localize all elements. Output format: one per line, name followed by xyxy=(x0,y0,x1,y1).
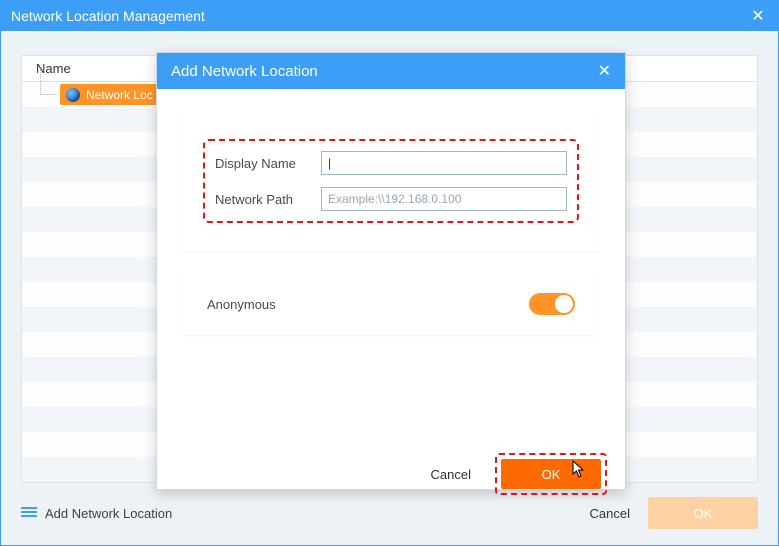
list-icon xyxy=(21,507,37,519)
main-title: Network Location Management xyxy=(11,8,205,24)
display-name-label: Display Name xyxy=(215,156,315,171)
dialog-body: Display Name Network Path Anonymous Canc… xyxy=(157,111,625,511)
network-path-row: Network Path xyxy=(215,187,567,211)
tree-branch-icon xyxy=(40,70,58,95)
form-highlight: Display Name Network Path xyxy=(203,139,579,223)
dialog-cancel-button[interactable]: Cancel xyxy=(431,467,471,482)
dialog-titlebar: Add Network Location ✕ xyxy=(157,53,625,89)
add-network-location-link[interactable]: Add Network Location xyxy=(21,506,172,521)
selected-item-label: Network Loc xyxy=(86,88,153,102)
main-titlebar: Network Location Management ✕ xyxy=(1,1,778,31)
main-ok-label: OK xyxy=(694,506,713,521)
dialog-ok-label: OK xyxy=(542,467,561,482)
add-location-dialog: Add Network Location ✕ Display Name Netw… xyxy=(156,52,626,490)
dialog-close-icon[interactable]: ✕ xyxy=(598,61,611,81)
display-name-input[interactable] xyxy=(321,151,567,175)
network-path-input[interactable] xyxy=(321,187,567,211)
form-section: Display Name Network Path xyxy=(183,111,599,251)
dialog-ok-button[interactable]: OK xyxy=(501,459,601,489)
network-path-label: Network Path xyxy=(215,192,315,207)
anonymous-label: Anonymous xyxy=(207,297,276,312)
display-name-row: Display Name xyxy=(215,151,567,175)
add-network-location-label: Add Network Location xyxy=(45,506,172,521)
dialog-title: Add Network Location xyxy=(171,63,318,80)
main-ok-button[interactable]: OK xyxy=(648,497,758,529)
anonymous-toggle[interactable] xyxy=(529,293,575,315)
globe-icon xyxy=(66,88,80,102)
main-close-icon[interactable]: ✕ xyxy=(748,6,768,26)
ok-highlight: OK xyxy=(495,453,607,495)
toggle-knob xyxy=(555,295,573,313)
dialog-footer: Cancel OK xyxy=(431,453,607,495)
anonymous-section: Anonymous xyxy=(183,273,599,335)
